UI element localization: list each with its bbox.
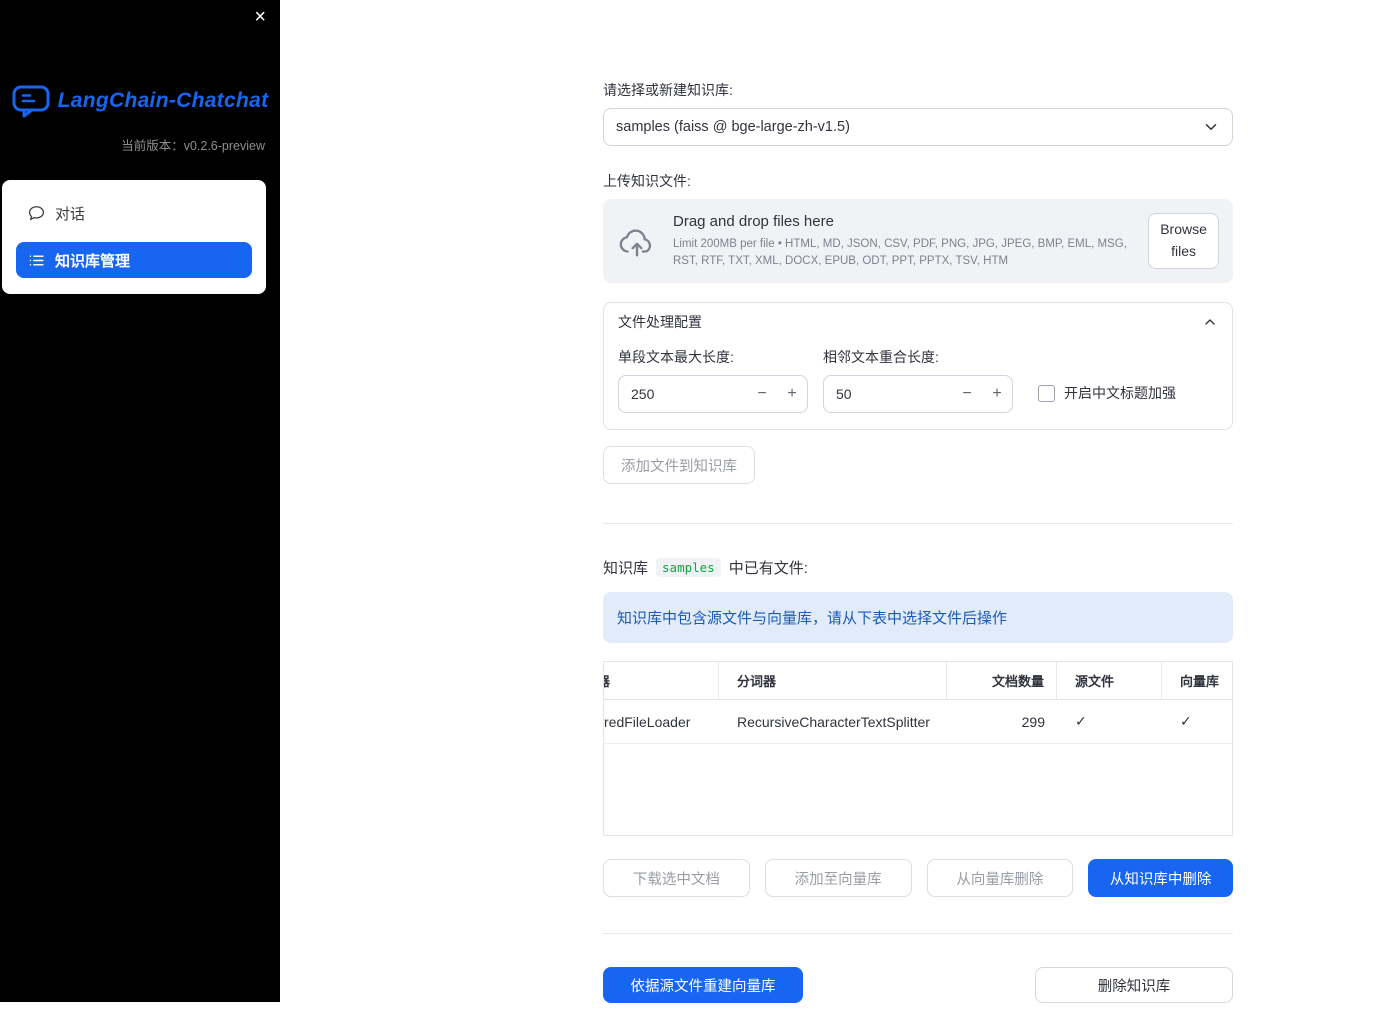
browse-files-button[interactable]: Browse files (1148, 213, 1219, 269)
add-to-vector-store-button[interactable]: 添加至向量库 (764, 859, 912, 897)
upload-label: 上传知识文件: (603, 173, 691, 189)
chunk-size-label: 单段文本最大长度: (618, 349, 734, 365)
dropzone-title: Drag and drop files here (673, 212, 834, 230)
cell-source-file-check: ✓ (1075, 713, 1087, 729)
cell-vector-store-check: ✓ (1180, 713, 1192, 729)
chunk-size-input[interactable]: 250 (619, 386, 747, 402)
delete-kb-button[interactable]: 删除知识库 (1035, 967, 1233, 1003)
menu-item-label: 对话 (55, 205, 86, 223)
table-header-docs-count[interactable]: 文档数量 (947, 662, 1057, 699)
list-icon (28, 252, 45, 269)
app-logo-text: LangChain-Chatchat (57, 89, 269, 112)
expander-body: 单段文本最大长度: 250 − + 相邻文本重合长度: 50 − + 开启中文标… (604, 341, 1232, 429)
cell-docs-count: 299 (1021, 713, 1045, 730)
menu-item-dialogue[interactable]: 对话 (16, 196, 252, 230)
kb-selectbox[interactable]: samples (faiss @ bge-large-zh-v1.5) (603, 108, 1233, 146)
zh-title-checkbox[interactable]: 开启中文标题加强 (1038, 383, 1176, 403)
chunk-size-input-group: 250 − + (618, 375, 808, 413)
table-header-source-file[interactable]: 源文件 (1057, 662, 1162, 699)
sidebar: × LangChain-Chatchat 当前版本：v0.2.6-preview… (0, 0, 280, 1002)
file-actions-row: 下载选中文档 添加至向量库 从向量库删除 从知识库中删除 (603, 859, 1233, 897)
overlap-size-input[interactable]: 50 (824, 386, 952, 402)
table-header-splitter[interactable]: 分词器 (719, 662, 947, 699)
kb-files-heading: 知识库 samples 中已有文件: (603, 557, 1233, 578)
file-config-expander: 文件处理配置 单段文本最大长度: 250 − + 相邻文本重合长度: 50 − … (603, 302, 1233, 430)
kb-files-table: 器 分词器 文档数量 源文件 向量库 redFileLoader Recursi… (603, 661, 1233, 836)
cell-loader: redFileLoader (604, 713, 691, 730)
table-row[interactable]: redFileLoader RecursiveCharacterTextSpli… (604, 700, 1232, 744)
sidebar-menu: 对话 知识库管理 (2, 180, 266, 294)
table-header-loader[interactable]: 器 (604, 662, 719, 699)
expander-title: 文件处理配置 (618, 314, 702, 330)
version-caption: 当前版本：v0.2.6-preview (121, 139, 265, 153)
chat-bubble-icon (28, 205, 45, 222)
chunk-size-widget: 单段文本最大长度: 250 − + (618, 347, 808, 413)
add-files-to-kb-button[interactable]: 添加文件到知识库 (603, 446, 755, 484)
app-logo: LangChain-Chatchat (0, 84, 280, 118)
kb-bottom-actions: 依据源文件重建向量库 删除知识库 (603, 967, 1233, 1003)
overlap-size-minus-button[interactable]: − (952, 376, 982, 412)
expander-header[interactable]: 文件处理配置 (604, 303, 1232, 341)
cell-splitter: RecursiveCharacterTextSplitter (737, 713, 930, 730)
sidebar-close-icon[interactable]: × (254, 5, 266, 29)
main-content: 请选择或新建知识库: samples (faiss @ bge-large-zh… (603, 0, 1233, 1033)
menu-item-label: 知识库管理 (55, 252, 131, 270)
overlap-size-label: 相邻文本重合长度: (823, 349, 939, 365)
checkbox-box-icon (1038, 384, 1055, 402)
overlap-size-plus-button[interactable]: + (982, 376, 1012, 412)
chunk-size-plus-button[interactable]: + (777, 376, 807, 412)
upload-section: 上传知识文件: Drag and drop files here Limit 2… (603, 171, 1233, 283)
table-header-row: 器 分词器 文档数量 源文件 向量库 (604, 662, 1232, 700)
divider (603, 933, 1233, 934)
kb-name-code: samples (656, 558, 721, 577)
info-banner: 知识库中包含源文件与向量库，请从下表中选择文件后操作 (603, 592, 1233, 643)
menu-item-knowledge-base[interactable]: 知识库管理 (16, 242, 252, 278)
download-selected-button[interactable]: 下载选中文档 (603, 859, 750, 897)
kb-files-prefix: 知识库 (603, 560, 649, 577)
table-header-vector-store[interactable]: 向量库 (1162, 662, 1232, 699)
file-dropzone[interactable]: Drag and drop files here Limit 200MB per… (603, 199, 1233, 283)
chatchat-logo-icon (12, 84, 50, 118)
rebuild-vector-store-button[interactable]: 依据源文件重建向量库 (603, 967, 803, 1003)
overlap-size-input-group: 50 − + (823, 375, 1013, 413)
chevron-down-icon (1202, 118, 1220, 136)
chunk-size-minus-button[interactable]: − (747, 376, 777, 412)
overlap-size-widget: 相邻文本重合长度: 50 − + (823, 347, 1013, 413)
dropzone-limit-text: Limit 200MB per file • HTML, MD, JSON, C… (673, 237, 1127, 267)
delete-from-vector-store-button[interactable]: 从向量库删除 (926, 859, 1074, 897)
cloud-upload-icon (617, 224, 657, 258)
chevron-up-icon (1202, 314, 1218, 330)
kb-select-label: 请选择或新建知识库: (603, 82, 733, 98)
dropzone-text: Drag and drop files here Limit 200MB per… (673, 213, 1132, 269)
delete-from-kb-button[interactable]: 从知识库中删除 (1088, 859, 1233, 897)
kb-selected-value: samples (faiss @ bge-large-zh-v1.5) (616, 119, 850, 135)
zh-title-checkbox-label: 开启中文标题加强 (1064, 385, 1176, 401)
kb-files-suffix: 中已有文件: (728, 560, 808, 577)
divider (603, 523, 1233, 524)
header-loader-text: 器 (604, 671, 610, 690)
